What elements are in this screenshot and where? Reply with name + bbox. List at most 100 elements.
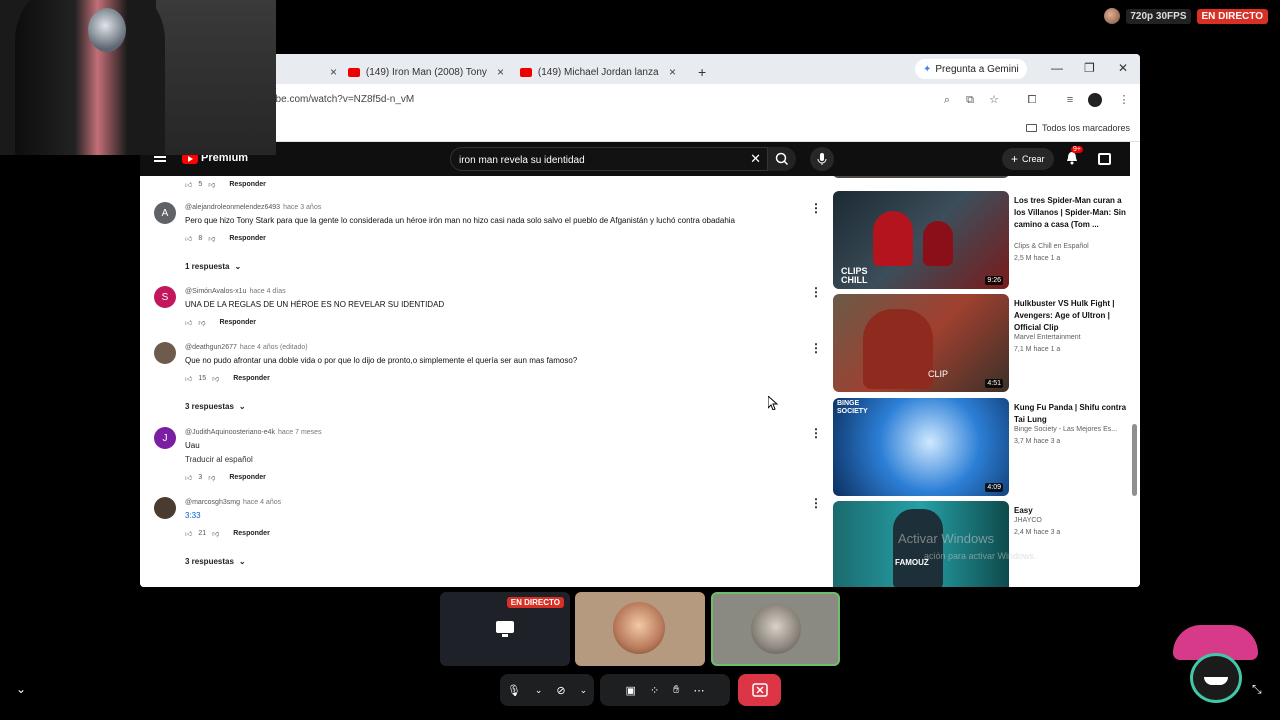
like-icon[interactable]: 👍︎ xyxy=(185,529,192,538)
channel-name[interactable]: Binge Society - Las Mejores Es... xyxy=(1014,426,1117,433)
video-item[interactable]: CLIP 4:51 Hulkbuster VS Hulk Fight | Ave… xyxy=(833,294,1133,392)
address-bar[interactable]: ube.com/watch?v=NZ8f5d-n_vM ⌕ ⧉ ☆ ⧠ ≡ ⋮ xyxy=(140,84,1140,116)
install-icon[interactable]: ⧉ xyxy=(964,94,976,106)
comment-menu-icon[interactable]: ⋮ xyxy=(810,497,822,509)
reply-button[interactable]: Responder xyxy=(233,375,270,382)
participant-tile-active[interactable] xyxy=(711,592,840,666)
dislike-icon[interactable]: 👎︎ xyxy=(208,234,215,243)
all-bookmarks[interactable]: Todos los marcadores xyxy=(1025,123,1130,133)
search-input[interactable] xyxy=(459,152,739,168)
like-icon[interactable]: 👍︎ xyxy=(185,318,192,327)
dislike-icon[interactable]: 👎︎ xyxy=(212,529,219,538)
voice-search-button[interactable] xyxy=(810,147,834,171)
channel-name[interactable]: Clips & Chill en Español xyxy=(1014,243,1089,250)
raise-hand-icon[interactable]: ✋︎ xyxy=(673,684,679,697)
chevron-down-icon[interactable]: ⌄ xyxy=(16,682,26,696)
media-icon[interactable]: ≡ xyxy=(1064,94,1076,106)
video-item[interactable]: CLIPS CHILL 9:26 Los tres Spider-Man cur… xyxy=(833,191,1133,289)
dislike-icon[interactable]: 👎︎ xyxy=(208,473,215,482)
comment-author[interactable]: @marcosgh3smg hace 4 años xyxy=(185,499,281,506)
channel-name[interactable]: Marvel Entertainment xyxy=(1014,334,1081,341)
timestamp-link[interactable]: 3:33 xyxy=(185,511,201,520)
comment-author[interactable]: @SimónAvalos-x1u hace 4 días xyxy=(185,288,286,295)
dislike-icon[interactable]: 👎︎ xyxy=(212,374,219,383)
comment-author[interactable]: @deathgun2677 hace 4 años (editado) xyxy=(185,344,308,351)
mic-icon[interactable]: 🎙︎ xyxy=(507,684,521,697)
avatar[interactable]: A xyxy=(154,202,176,224)
more-options-icon[interactable]: ⋯ xyxy=(693,684,704,697)
reply-button[interactable]: Responder xyxy=(219,319,256,326)
avatar[interactable]: S xyxy=(154,286,176,308)
video-title[interactable]: Kung Fu Panda | Shifu contra Tai Lung xyxy=(1014,402,1126,426)
video-thumbnail[interactable]: CLIP 4:51 xyxy=(833,294,1009,392)
avatar[interactable] xyxy=(154,342,176,364)
participant-tile[interactable] xyxy=(575,592,705,666)
replies-toggle[interactable]: 3 respuestas ⌄ xyxy=(185,557,246,566)
replies-toggle[interactable]: 3 respuestas ⌄ xyxy=(185,402,246,411)
participant-tile-screen[interactable]: EN DIRECTO xyxy=(440,592,570,666)
restore-icon[interactable]: ❐ xyxy=(1084,61,1095,75)
profile-icon[interactable] xyxy=(1088,93,1102,107)
minimize-icon[interactable]: — xyxy=(1051,61,1063,75)
search-button[interactable] xyxy=(768,147,796,171)
reactions-icon[interactable]: ⁘ xyxy=(650,684,659,697)
meeting-actions: ▣ ⁘ ✋︎ ⋯ xyxy=(600,674,730,706)
present-icon[interactable]: ▣ xyxy=(626,684,636,697)
gemini-button[interactable]: ✦ Pregunta a Gemini xyxy=(915,59,1027,79)
account-icon[interactable] xyxy=(1098,153,1111,165)
comment-actions: 👍︎ 15 👎︎ Responder xyxy=(185,374,270,383)
search-box[interactable]: ✕ xyxy=(450,147,768,171)
avatar[interactable] xyxy=(154,497,176,519)
stream-quality: 720p 30FPS xyxy=(1126,8,1191,24)
chevron-down-icon[interactable]: ⌄ xyxy=(580,685,588,696)
menu-icon[interactable]: ⋮ xyxy=(1118,94,1130,106)
translate-link[interactable]: Traducir al español xyxy=(185,455,253,464)
dislike-icon[interactable]: 👎︎ xyxy=(198,318,205,327)
video-title[interactable]: Los tres Spider-Man curan a los Villanos… xyxy=(1014,195,1126,231)
search-icon[interactable]: ⌕ xyxy=(941,94,953,106)
comment-author[interactable]: @JudithAquinoosteriano-e4k hace 7 meses xyxy=(185,429,322,436)
reply-button[interactable]: Responder xyxy=(233,530,270,537)
video-title[interactable]: Easy xyxy=(1014,505,1126,517)
video-title[interactable]: Hulkbuster VS Hulk Fight | Avengers: Age… xyxy=(1014,298,1126,334)
video-thumbnail[interactable]: BINGE SOCIETY 4:09 xyxy=(833,398,1009,496)
close-tab-icon[interactable]: × xyxy=(669,65,676,79)
camera-off-icon[interactable]: ⊘ xyxy=(556,684,565,697)
comment-menu-icon[interactable]: ⋮ xyxy=(810,427,822,439)
like-icon[interactable]: 👍︎ xyxy=(185,234,192,243)
comment-author[interactable]: @alejandroleonmelendez6493 hace 3 años xyxy=(185,204,321,211)
close-tab-icon[interactable]: × xyxy=(497,65,504,79)
extensions-icon[interactable]: ⧠ xyxy=(1026,94,1038,106)
comment-menu-icon[interactable]: ⋮ xyxy=(810,286,822,298)
avatar[interactable]: J xyxy=(154,427,176,449)
star-icon[interactable]: ☆ xyxy=(988,94,1000,106)
channel-name[interactable]: JHAYCO xyxy=(1014,517,1042,524)
clear-search-icon[interactable]: ✕ xyxy=(750,151,761,167)
reply-button[interactable]: Responder xyxy=(229,181,266,188)
present-screen-icon xyxy=(496,621,514,637)
comment-menu-icon[interactable]: ⋮ xyxy=(810,202,822,214)
chevron-down-icon[interactable]: ⌄ xyxy=(535,685,543,696)
leave-call-button[interactable] xyxy=(738,674,781,706)
like-icon[interactable]: 👍︎ xyxy=(185,473,192,482)
like-icon[interactable]: 👍︎ xyxy=(185,180,192,189)
replies-toggle[interactable]: 1 respuesta ⌄ xyxy=(185,262,241,271)
video-thumbnail[interactable]: CLIPS CHILL 9:26 xyxy=(833,191,1009,289)
create-button[interactable]: + Crear xyxy=(1002,148,1054,170)
video-item[interactable]: BINGE SOCIETY 4:09 Kung Fu Panda | Shifu… xyxy=(833,398,1133,496)
tab-iron-man[interactable]: (149) Iron Man (2008) Tony reve × xyxy=(340,60,512,84)
scrollbar[interactable] xyxy=(1132,424,1137,496)
url-text[interactable]: ube.com/watch?v=NZ8f5d-n_vM xyxy=(270,94,414,105)
like-icon[interactable]: 👍︎ xyxy=(185,374,192,383)
close-window-icon[interactable]: ✕ xyxy=(1118,61,1128,75)
tab-michael-jordan[interactable]: (149) Michael Jordan lanza tiro × xyxy=(512,60,684,84)
avatar xyxy=(613,602,665,654)
reply-button[interactable]: Responder xyxy=(229,474,266,481)
comment-menu-icon[interactable]: ⋮ xyxy=(810,342,822,354)
fullscreen-icon[interactable]: ⤡ xyxy=(1252,682,1262,697)
new-tab-button[interactable]: + xyxy=(690,60,714,84)
bell-icon[interactable] xyxy=(1065,151,1079,165)
reply-button[interactable]: Responder xyxy=(229,235,266,242)
dislike-icon[interactable]: 👎︎ xyxy=(208,180,215,189)
video-thumbnail[interactable] xyxy=(833,176,1009,178)
